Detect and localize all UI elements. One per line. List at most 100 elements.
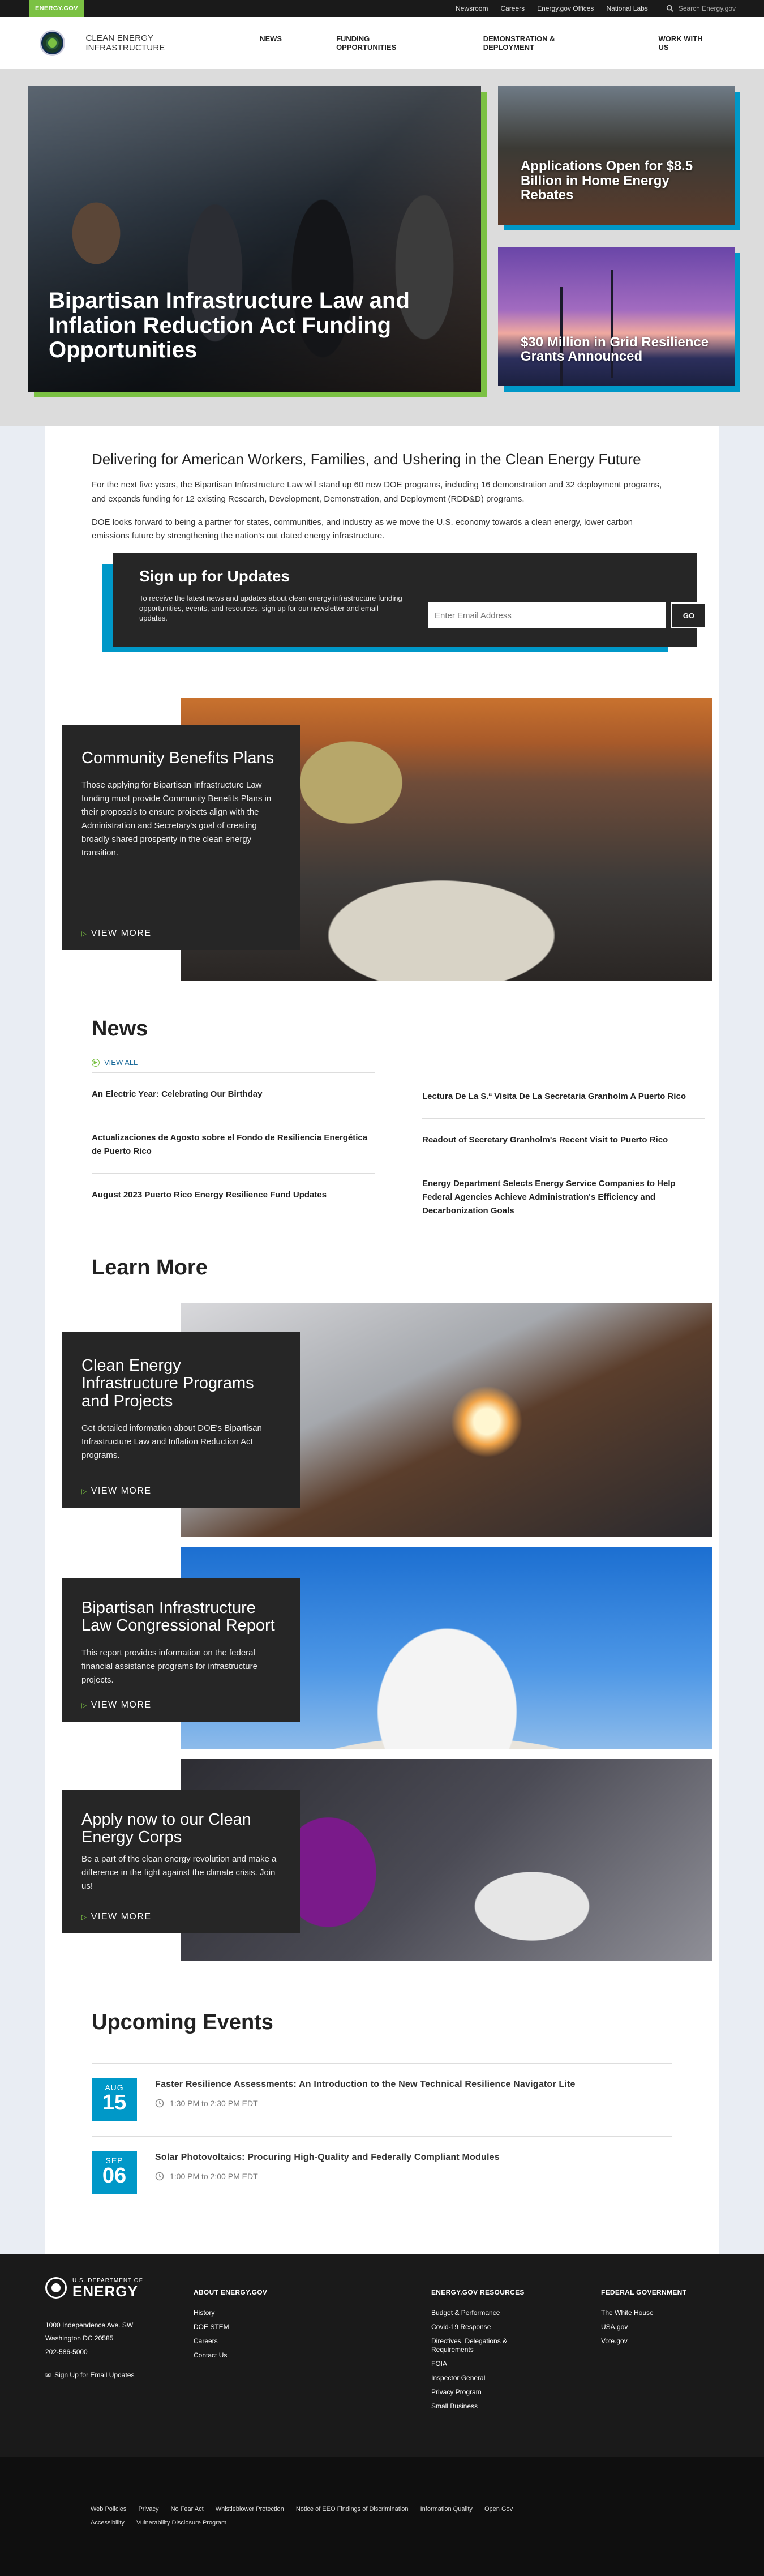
- footer-col-title: ENERGY.GOV RESOURCES: [431, 2288, 525, 2296]
- event-date: AUG 15: [92, 2078, 137, 2121]
- footer-link[interactable]: Careers: [194, 2337, 295, 2346]
- learn-more-section: Learn More Clean Energy Infrastructure P…: [45, 1233, 719, 1961]
- footer-link[interactable]: Vote.gov: [601, 2337, 703, 2346]
- email-signup-link[interactable]: ✉ Sign Up for Email Updates: [45, 2371, 194, 2379]
- legal-link[interactable]: Information Quality: [420, 2506, 473, 2513]
- footer-link[interactable]: Contact Us: [194, 2351, 295, 2360]
- signup-text: Sign up for Updates To receive the lates…: [139, 567, 405, 632]
- nav-demonstration[interactable]: DEMONSTRATION & DEPLOYMENT: [456, 35, 632, 52]
- footer-link[interactable]: Budget & Performance: [431, 2309, 533, 2317]
- footer-brand: U.S. DEPARTMENT OF ENERGY 1000 Independe…: [45, 2277, 194, 2457]
- main-content: Delivering for American Workers, Familie…: [45, 426, 719, 2254]
- footer-address-line: Washington DC 20585: [45, 2334, 114, 2343]
- energy-gov-badge[interactable]: ENERGY.GOV: [29, 0, 84, 17]
- signup-description: To receive the latest news and updates a…: [139, 594, 402, 623]
- legal-link[interactable]: Open Gov: [484, 2506, 513, 2513]
- site-header: CLEAN ENERGY INFRASTRUCTURE NEWS FUNDING…: [0, 17, 764, 69]
- site-footer: U.S. DEPARTMENT OF ENERGY 1000 Independe…: [0, 2254, 764, 2457]
- footer-col-about: ABOUT ENERGY.GOV History DOE STEM Career…: [194, 2277, 431, 2457]
- event-title[interactable]: Solar Photovoltaics: Procuring High-Qual…: [155, 2153, 500, 2163]
- card-title: Community Benefits Plans: [81, 749, 274, 767]
- hero-card-title[interactable]: Applications Open for $8.5 Billion in Ho…: [521, 159, 718, 202]
- footer-link[interactable]: USA.gov: [601, 2323, 703, 2331]
- footer-link[interactable]: Privacy Program: [431, 2388, 533, 2397]
- view-more-link[interactable]: ▷ VIEW MORE: [81, 1912, 152, 1922]
- doe-seal-logo[interactable]: [40, 29, 66, 56]
- site-name[interactable]: CLEAN ENERGY INFRASTRUCTURE: [85, 33, 233, 53]
- footer-col-resources: ENERGY.GOV RESOURCES Budget & Performanc…: [431, 2277, 601, 2457]
- utility-link-labs[interactable]: National Labs: [606, 5, 647, 12]
- footer-phone[interactable]: 202-586-5000: [45, 2346, 194, 2359]
- hero-card-grid-resilience[interactable]: $30 Million in Grid Resilience Grants An…: [498, 247, 735, 386]
- logo-big-text: ENERGY: [72, 2282, 138, 2300]
- footer-link[interactable]: Small Business: [431, 2402, 533, 2411]
- footer-link[interactable]: FOIA: [431, 2360, 533, 2368]
- event-item[interactable]: AUG 15 Faster Resilience Assessments: An…: [92, 2063, 672, 2136]
- arrow-right-icon: ▷: [81, 1913, 88, 1921]
- email-field[interactable]: [428, 602, 666, 628]
- footer-link[interactable]: History: [194, 2309, 295, 2317]
- news-list: Lectura De La S.ª Visita De La Secretari…: [422, 1075, 705, 1233]
- arrow-right-icon: ▷: [81, 930, 88, 938]
- learn-more-card: Bipartisan Infrastructure Law Congressio…: [62, 1578, 300, 1722]
- event-time: 1:00 PM to 2:00 PM EDT: [155, 2172, 500, 2181]
- intro-paragraph: For the next five years, the Bipartisan …: [92, 480, 662, 504]
- news-item[interactable]: Readout of Secretary Granholm's Recent V…: [422, 1119, 705, 1162]
- legal-link[interactable]: No Fear Act: [171, 2506, 204, 2513]
- hero-main-feature[interactable]: Bipartisan Infrastructure Law and Inflat…: [28, 86, 481, 392]
- footer-link[interactable]: The White House: [601, 2309, 703, 2317]
- footer-link[interactable]: Directives, Delegations & Requirements: [431, 2337, 533, 2354]
- nav-news[interactable]: NEWS: [233, 35, 309, 52]
- news-title: News: [92, 1017, 148, 1041]
- events-section: Upcoming Events AUG 15 Faster Resilience…: [45, 1971, 719, 2232]
- event-day: 06: [102, 2164, 127, 2188]
- search-input[interactable]: Search Energy.gov: [679, 5, 736, 12]
- utility-search[interactable]: Search Energy.gov: [660, 5, 736, 12]
- learn-more-item: Apply now to our Clean Energy Corps Be a…: [45, 1759, 719, 1961]
- card-title: Clean Energy Infrastructure Programs and…: [81, 1357, 254, 1410]
- view-more-link[interactable]: ▷ VIEW MORE: [81, 1486, 152, 1496]
- event-item[interactable]: SEP 06 Solar Photovoltaics: Procuring Hi…: [92, 2136, 672, 2209]
- event-date: SEP 06: [92, 2151, 137, 2194]
- hero-card-home-rebates[interactable]: Applications Open for $8.5 Billion in Ho…: [498, 86, 735, 225]
- legal-link[interactable]: Notice of EEO Findings of Discrimination: [296, 2506, 409, 2513]
- event-title[interactable]: Faster Resilience Assessments: An Introd…: [155, 2079, 576, 2090]
- news-item[interactable]: August 2023 Puerto Rico Energy Resilienc…: [92, 1174, 375, 1217]
- doe-footer-logo[interactable]: U.S. DEPARTMENT OF ENERGY: [45, 2277, 194, 2299]
- news-item[interactable]: An Electric Year: Celebrating Our Birthd…: [92, 1073, 375, 1116]
- event-time: 1:30 PM to 2:30 PM EDT: [155, 2099, 576, 2108]
- news-column-left: ▶ VIEW ALL An Electric Year: Celebrating …: [92, 1058, 375, 1233]
- news-item[interactable]: Actualizaciones de Agosto sobre el Fondo…: [92, 1116, 375, 1174]
- utility-links: Newsroom Careers Energy.gov Offices Nati…: [456, 5, 736, 12]
- news-item[interactable]: Energy Department Selects Energy Service…: [422, 1162, 705, 1233]
- hero-main-title[interactable]: Bipartisan Infrastructure Law and Inflat…: [49, 289, 411, 362]
- footer-link[interactable]: Inspector General: [431, 2374, 533, 2382]
- legal-link[interactable]: Vulnerability Disclosure Program: [136, 2519, 226, 2526]
- signup-go-button[interactable]: GO: [671, 602, 706, 628]
- utility-link-careers[interactable]: Careers: [500, 5, 525, 12]
- utility-link-newsroom[interactable]: Newsroom: [456, 5, 488, 12]
- legal-link[interactable]: Web Policies: [91, 2506, 126, 2513]
- view-more-link[interactable]: ▷ VIEW MORE: [81, 1700, 152, 1710]
- footer-link[interactable]: DOE STEM: [194, 2323, 295, 2331]
- view-more-link[interactable]: ▷ VIEW MORE: [81, 928, 152, 939]
- footer-link[interactable]: Covid-19 Response: [431, 2323, 533, 2331]
- view-more-label: VIEW MORE: [91, 1700, 152, 1710]
- learn-more-card: Clean Energy Infrastructure Programs and…: [62, 1332, 300, 1508]
- view-all-link[interactable]: ▶ VIEW ALL: [92, 1058, 375, 1067]
- view-more-label: VIEW MORE: [91, 1912, 152, 1922]
- arrow-right-icon: ▷: [81, 1487, 88, 1495]
- legal-link[interactable]: Whistleblower Protection: [216, 2506, 284, 2513]
- event-time-text: 1:30 PM to 2:30 PM EDT: [170, 2099, 258, 2108]
- view-all-label: VIEW ALL: [104, 1058, 138, 1067]
- nav-funding[interactable]: FUNDING OPPORTUNITIES: [309, 35, 456, 52]
- hero-side-cards: Applications Open for $8.5 Billion in Ho…: [498, 86, 735, 403]
- legal-link[interactable]: Accessibility: [91, 2519, 125, 2526]
- news-item[interactable]: Lectura De La S.ª Visita De La Secretari…: [422, 1075, 705, 1119]
- hero-card-title[interactable]: $30 Million in Grid Resilience Grants An…: [521, 335, 718, 363]
- legal-link[interactable]: Privacy: [138, 2506, 158, 2513]
- nav-work-with-us[interactable]: WORK WITH US: [632, 35, 731, 52]
- legal-links: Web Policies Privacy No Fear Act Whistle…: [0, 2457, 764, 2576]
- utility-link-offices[interactable]: Energy.gov Offices: [537, 5, 594, 12]
- news-list: An Electric Year: Celebrating Our Birthd…: [92, 1072, 375, 1217]
